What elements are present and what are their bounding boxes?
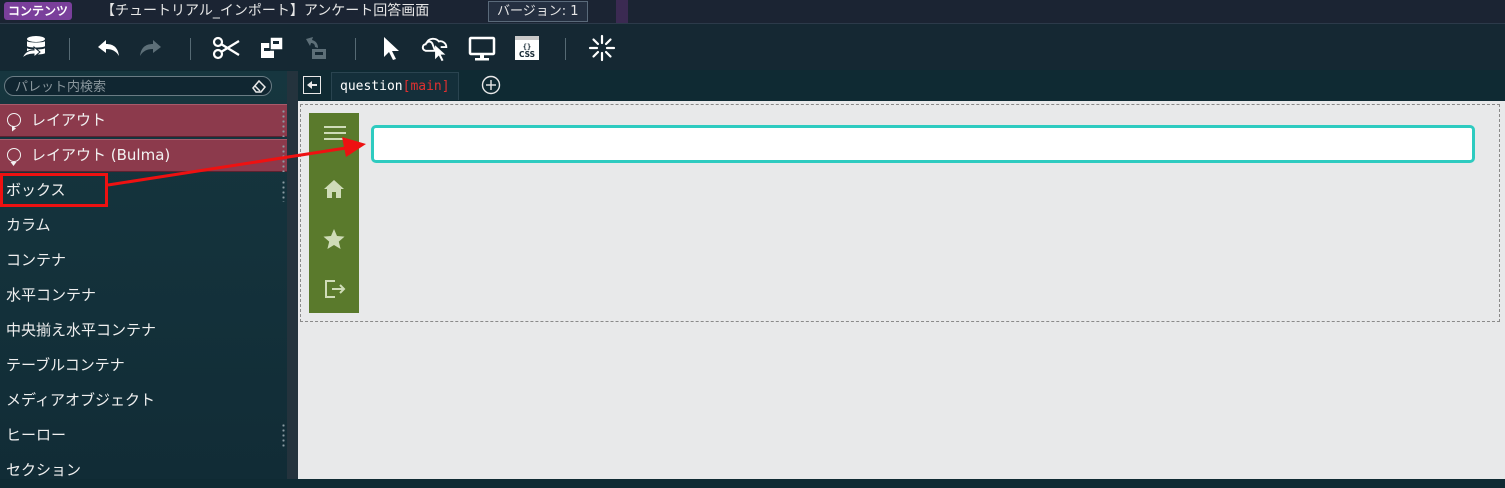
- palette-item-hero[interactable]: ヒーロー: [0, 418, 287, 453]
- category-label: レイアウト: [31, 111, 107, 129]
- loading-spinner-icon[interactable]: [587, 33, 617, 63]
- logout-icon[interactable]: [322, 277, 346, 301]
- clear-search-icon[interactable]: [251, 78, 267, 94]
- version-label: バージョン: 1: [488, 1, 588, 22]
- tab-name: question: [340, 79, 403, 94]
- title-bar: コンテンツ 【チュートリアル_インポート】アンケート回答画面 バージョン: 1: [0, 0, 1505, 24]
- design-canvas[interactable]: [298, 101, 1505, 479]
- tab-suffix: [main]: [402, 79, 450, 94]
- add-tab-icon[interactable]: [481, 75, 501, 95]
- palette-item-media-object[interactable]: メディアオブジェクト: [0, 383, 287, 418]
- disabled-tool-icon[interactable]: [302, 33, 332, 63]
- menu-icon[interactable]: [322, 121, 346, 145]
- collapsed-arrow-icon: [7, 113, 21, 132]
- palette-search: [4, 76, 272, 97]
- toolbar-separator: [69, 38, 70, 60]
- palette-item-horizontal-container[interactable]: 水平コンテナ: [0, 278, 287, 313]
- cloud-pointer-icon[interactable]: [421, 33, 451, 63]
- contents-badge: コンテンツ: [4, 2, 73, 20]
- palette-item-centered-horizontal-container[interactable]: 中央揃え水平コンテナ: [0, 313, 287, 348]
- editor-tab-bar: question[main]: [298, 71, 1505, 101]
- nav-sidebar[interactable]: [309, 113, 359, 313]
- palette-item-table-container[interactable]: テーブルコンテナ: [0, 348, 287, 383]
- toolbar: {} CSS: [0, 24, 1505, 70]
- highlight-box: [0, 173, 108, 207]
- resize-handle[interactable]: [282, 109, 285, 137]
- toolbar-separator: [565, 38, 566, 60]
- palette-item-section[interactable]: セクション: [0, 453, 287, 488]
- resize-handle[interactable]: [282, 144, 285, 172]
- redo-icon[interactable]: [136, 33, 166, 63]
- window-title: 【チュートリアル_インポート】アンケート回答画面: [101, 3, 430, 19]
- css-icon[interactable]: {} CSS: [512, 33, 542, 63]
- home-icon[interactable]: [322, 177, 346, 201]
- resize-handle[interactable]: [282, 423, 285, 448]
- category-layout-bulma[interactable]: レイアウト (Bulma): [0, 139, 287, 172]
- title-accent: [616, 0, 628, 23]
- back-arrow-icon[interactable]: [303, 76, 321, 94]
- database-icon[interactable]: [19, 33, 49, 63]
- toolbar-separator: [190, 38, 191, 60]
- category-label: レイアウト (Bulma): [31, 146, 171, 164]
- undo-icon[interactable]: [93, 33, 123, 63]
- toolbar-separator: [355, 38, 356, 60]
- tab-question-main[interactable]: question[main]: [331, 72, 459, 100]
- expanded-arrow-icon: [7, 148, 21, 166]
- star-icon[interactable]: [322, 227, 346, 251]
- palette-scrollbar[interactable]: [287, 71, 298, 479]
- category-layout[interactable]: レイアウト: [0, 104, 287, 137]
- resize-handle[interactable]: [282, 180, 285, 202]
- monitor-icon[interactable]: [467, 33, 497, 63]
- component-icon[interactable]: [257, 33, 287, 63]
- box-component[interactable]: [371, 125, 1475, 163]
- pointer-icon[interactable]: [377, 33, 407, 63]
- palette-item-container[interactable]: コンテナ: [0, 243, 287, 278]
- palette-panel: レイアウト レイアウト (Bulma) ボックス カラム コンテナ 水平コンテナ…: [0, 71, 287, 479]
- cut-icon[interactable]: [211, 33, 241, 63]
- palette-item-column[interactable]: カラム: [0, 208, 287, 243]
- svg-text:CSS: CSS: [519, 50, 535, 59]
- palette-search-input[interactable]: [13, 77, 247, 97]
